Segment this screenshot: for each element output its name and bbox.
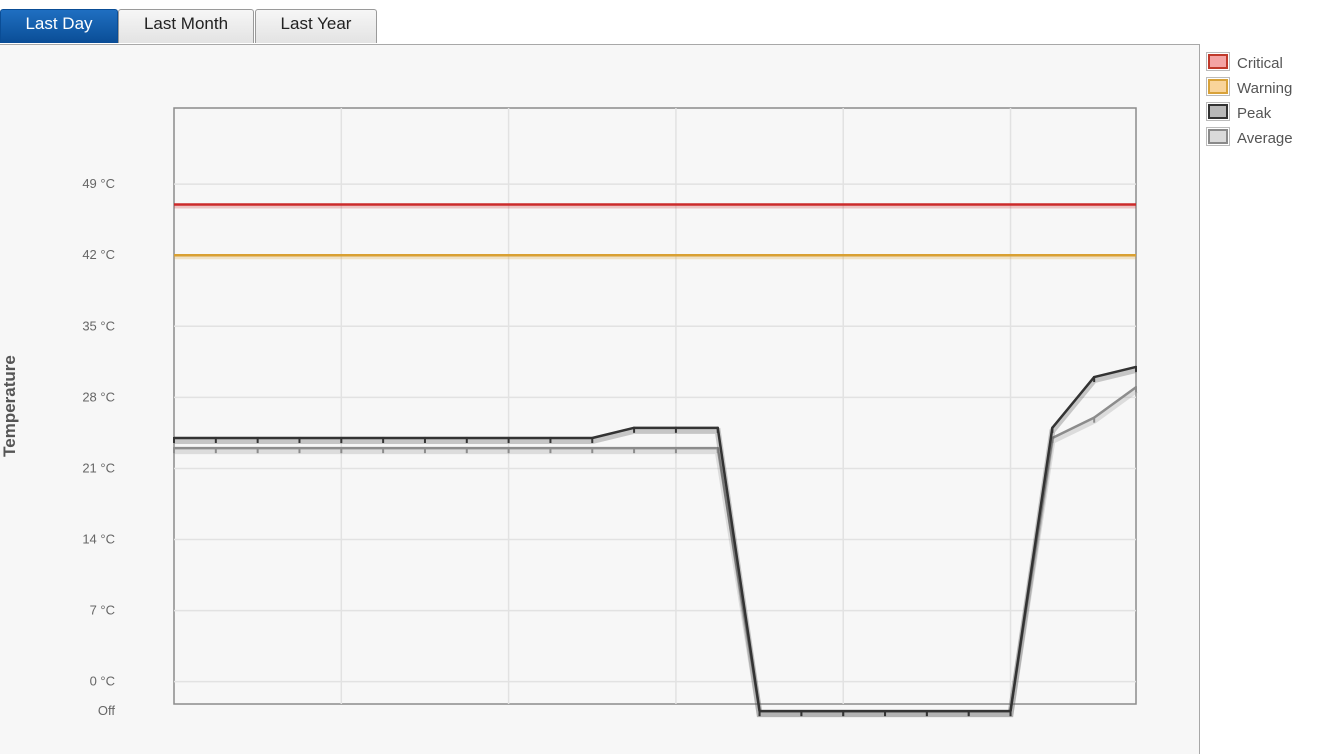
y-tick-label: 42 °C [82,247,115,262]
data-point-peak [967,710,970,717]
data-point-average [465,447,468,454]
y-tick-label: 7 °C [90,603,115,618]
data-point-average [256,447,259,454]
data-point-average [591,447,594,454]
legend-label: Peak [1237,105,1272,122]
chart-panel: 49 °C 42 °C 35 °C 28 °C 21 °C 14 °C 7 °C 0 °C Of… [0,44,1200,754]
data-point-average [1093,416,1096,423]
data-point-peak [214,436,217,443]
legend-swatch-peak [1206,102,1230,121]
data-point-peak [591,436,594,443]
data-point-peak [925,710,928,717]
y-axis-ticks: 49 °C 42 °C 35 °C 28 °C 21 °C 14 °C 7 °C 0 °C Of… [82,176,115,718]
data-point-peak [549,436,552,443]
data-point-average [214,447,217,454]
data-point-peak [173,436,175,443]
data-point-average [173,447,175,454]
temperature-chart: 49 °C 42 °C 35 °C 28 °C 21 °C 14 °C 7 °C 0 °C Of… [0,107,1138,718]
data-point-peak [800,710,803,717]
data-point-peak [1135,365,1137,372]
data-point-peak [633,426,636,433]
data-point-average [382,447,385,454]
y-tick-label: 14 °C [82,532,115,547]
data-point-peak [758,710,761,717]
data-point-peak [298,436,301,443]
data-point-peak [465,436,468,443]
data-point-average [507,447,510,454]
y-tick-label: 35 °C [82,318,115,333]
legend-swatch-warning [1206,77,1230,96]
data-point-average [298,447,301,454]
y-tick-label: Off [98,703,115,718]
data-point-average [549,447,552,454]
tab-last-year[interactable]: Last Year [255,9,377,43]
data-point-average [340,447,343,454]
data-point-peak [1009,710,1012,717]
legend-swatch-average [1206,127,1230,146]
data-point-average [674,447,677,454]
y-tick-label: 49 °C [82,176,115,191]
grid [173,107,1137,705]
tab-last-day[interactable]: Last Day [0,9,118,43]
legend-swatch-critical [1206,52,1230,71]
data-point-peak [256,436,259,443]
data-point-peak [423,436,426,443]
legend-label: Critical [1237,55,1283,72]
data-point-peak [382,436,385,443]
data-point-average [1135,386,1137,393]
y-tick-label: 21 °C [82,460,115,475]
y-tick-label: 0 °C [90,674,115,689]
data-point-peak [340,436,343,443]
data-point-peak [1051,426,1054,433]
data-point-peak [716,426,719,433]
legend-label: Warning [1237,80,1293,97]
data-point-peak [507,436,510,443]
y-axis-label: Temperature [0,355,19,457]
data-point-peak [842,710,845,717]
y-tick-label: 28 °C [82,389,115,404]
legend-label: Average [1237,130,1293,147]
data-point-average [633,447,636,454]
data-point-peak [1093,376,1096,383]
tab-last-month[interactable]: Last Month [118,9,254,43]
data-point-average [423,447,426,454]
data-point-peak [674,426,677,433]
plot-frame [173,107,1137,705]
data-point-peak [884,710,887,717]
